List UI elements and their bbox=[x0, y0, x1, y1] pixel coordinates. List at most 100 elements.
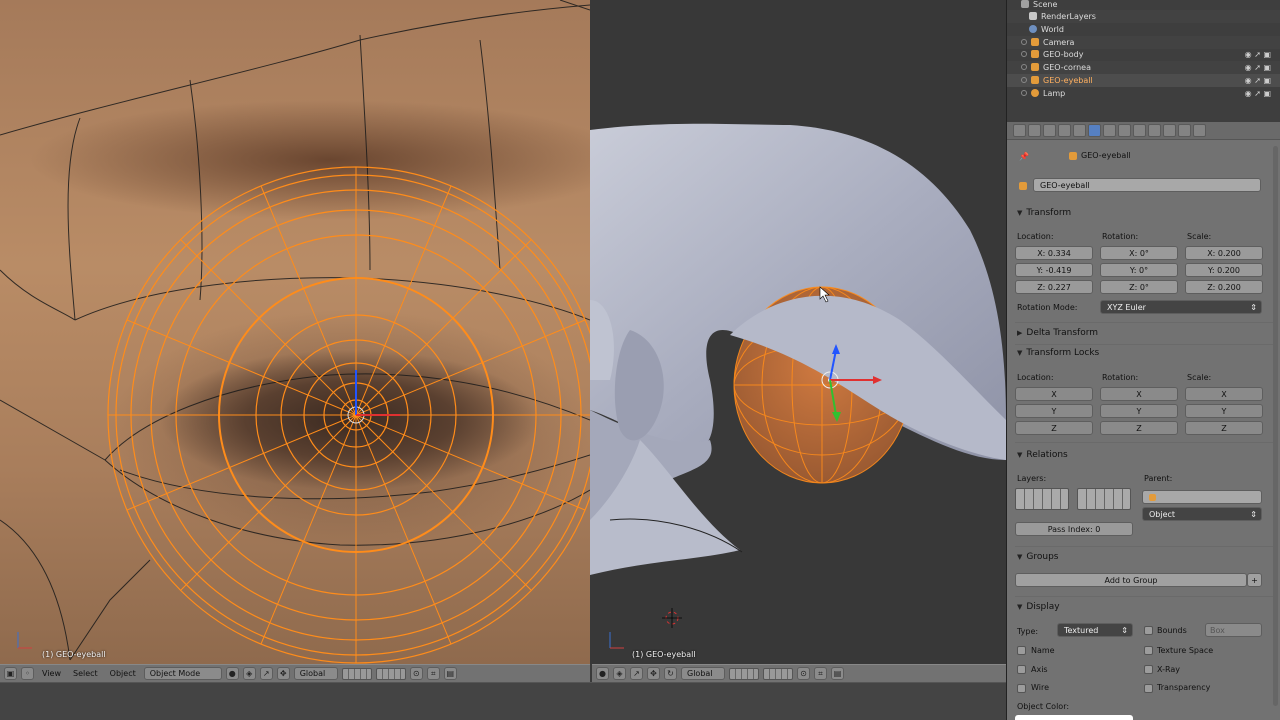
render-layers-tab[interactable] bbox=[1028, 124, 1041, 137]
outliner-row[interactable]: RenderLayers bbox=[1007, 10, 1280, 23]
lock-rotation-x[interactable]: X bbox=[1100, 387, 1178, 401]
render-icon[interactable]: ▤ bbox=[443, 667, 457, 680]
parent-field[interactable] bbox=[1142, 490, 1262, 504]
bounds-type-dropdown[interactable]: Box bbox=[1205, 623, 1262, 637]
shading-icon[interactable]: ● bbox=[596, 667, 609, 680]
lock-scale-y[interactable]: Y bbox=[1185, 404, 1263, 418]
manipulator-icon[interactable]: ↗ bbox=[630, 667, 643, 680]
lock-icon[interactable]: ⊙ bbox=[409, 667, 423, 680]
rotation-y-field[interactable]: Y: 0° bbox=[1100, 263, 1178, 277]
rotation-mode-dropdown[interactable]: XYZ Euler ⇕ bbox=[1100, 300, 1262, 314]
location-y-field[interactable]: Y: -0.419 bbox=[1015, 263, 1093, 277]
select-menu[interactable]: Select bbox=[69, 669, 102, 678]
scene-tab[interactable] bbox=[1043, 124, 1056, 137]
lock-location-y[interactable]: Y bbox=[1015, 404, 1093, 418]
delta-transform-panel-header[interactable]: ▶ Delta Transform bbox=[1017, 328, 1098, 338]
shading-icon[interactable]: ● bbox=[225, 667, 239, 680]
timeline-area[interactable] bbox=[0, 682, 1006, 720]
layers-grid-a[interactable] bbox=[1015, 488, 1069, 510]
rotation-x-field[interactable]: X: 0° bbox=[1100, 246, 1178, 260]
expand-icon[interactable] bbox=[1021, 90, 1027, 97]
display-type-dropdown[interactable]: Textured ⇕ bbox=[1057, 623, 1133, 637]
pivot-icon[interactable]: ◈ bbox=[242, 667, 256, 680]
visibility-toggles[interactable]: ◉ ➚ ▣ bbox=[1245, 63, 1271, 72]
outliner-row[interactable]: GEO-eyeball ◉ ➚ ▣ bbox=[1007, 74, 1280, 87]
visibility-toggles[interactable]: ◉ ➚ ▣ bbox=[1245, 50, 1271, 59]
display-panel-header[interactable]: ▼ Display bbox=[1017, 602, 1060, 612]
expand-icon[interactable] bbox=[1021, 77, 1027, 84]
physics-tab[interactable] bbox=[1193, 124, 1206, 137]
translate-icon[interactable]: ✥ bbox=[276, 667, 290, 680]
lock-location-z[interactable]: Z bbox=[1015, 421, 1093, 435]
layers-grid-2[interactable] bbox=[375, 667, 406, 680]
layers-grid-b[interactable] bbox=[1077, 488, 1131, 510]
relations-panel-header[interactable]: ▼ Relations bbox=[1017, 450, 1068, 460]
object-tab[interactable] bbox=[1088, 124, 1101, 137]
visibility-toggles[interactable]: ◉ ➚ ▣ bbox=[1245, 89, 1271, 98]
data-tab[interactable] bbox=[1133, 124, 1146, 137]
parent-type-dropdown[interactable]: Object ⇕ bbox=[1142, 507, 1262, 521]
lock-scale-z[interactable]: Z bbox=[1185, 421, 1263, 435]
layers-grid-2[interactable] bbox=[763, 667, 793, 680]
object-color-swatch[interactable] bbox=[1015, 715, 1133, 720]
transform-panel-header[interactable]: ▼ Transform bbox=[1017, 208, 1071, 218]
properties-scrollbar[interactable] bbox=[1273, 146, 1278, 706]
texture-tab[interactable] bbox=[1163, 124, 1176, 137]
layers-grid[interactable] bbox=[341, 667, 372, 680]
orientation-dropdown[interactable]: Global bbox=[681, 667, 725, 680]
add-to-group-button[interactable]: Add to Group bbox=[1015, 573, 1247, 587]
outliner-row[interactable]: GEO-body ◉ ➚ ▣ bbox=[1007, 48, 1280, 61]
groups-panel-header[interactable]: ▼ Groups bbox=[1017, 552, 1058, 562]
pivot-icon[interactable]: ◈ bbox=[613, 667, 626, 680]
transform-locks-panel-header[interactable]: ▼ Transform Locks bbox=[1017, 348, 1099, 358]
pin-icon[interactable]: 📌 bbox=[1019, 152, 1029, 161]
orientation-dropdown[interactable]: Global bbox=[293, 667, 338, 680]
editor-type-icon[interactable]: ▣ bbox=[4, 667, 17, 680]
object-menu[interactable]: Object bbox=[106, 669, 140, 678]
scale-z-field[interactable]: Z: 0.200 bbox=[1185, 280, 1263, 294]
rotation-z-field[interactable]: Z: 0° bbox=[1100, 280, 1178, 294]
lock-icon[interactable]: ⊙ bbox=[797, 667, 810, 680]
menu-collapse-icon[interactable]: ◦ bbox=[21, 667, 34, 680]
render-tab[interactable] bbox=[1013, 124, 1026, 137]
visibility-toggles[interactable]: ◉ ➚ ▣ bbox=[1245, 76, 1271, 85]
bounds-checkbox[interactable] bbox=[1144, 626, 1153, 635]
expand-icon[interactable] bbox=[1021, 51, 1027, 58]
particles-tab[interactable] bbox=[1178, 124, 1191, 137]
material-tab[interactable] bbox=[1148, 124, 1161, 137]
rotate-icon[interactable]: ↻ bbox=[664, 667, 677, 680]
world-tab[interactable] bbox=[1058, 124, 1071, 137]
expand-icon[interactable] bbox=[1021, 64, 1027, 71]
scale-y-field[interactable]: Y: 0.200 bbox=[1185, 263, 1263, 277]
modifiers-tab[interactable] bbox=[1118, 124, 1131, 137]
outliner-row[interactable]: World bbox=[1007, 23, 1280, 36]
lock-rotation-y[interactable]: Y bbox=[1100, 404, 1178, 418]
outliner-row[interactable]: Camera bbox=[1007, 36, 1280, 49]
camera-tab[interactable] bbox=[1073, 124, 1086, 137]
texture-space-checkbox[interactable] bbox=[1144, 646, 1153, 655]
snap-icon[interactable]: ⌗ bbox=[426, 667, 440, 680]
outliner-row[interactable]: Scene bbox=[1007, 0, 1280, 11]
wire-checkbox[interactable] bbox=[1017, 684, 1026, 693]
axis-checkbox[interactable] bbox=[1017, 665, 1026, 674]
xray-checkbox[interactable] bbox=[1144, 665, 1153, 674]
expand-icon[interactable] bbox=[1021, 39, 1027, 46]
render-icon[interactable]: ▤ bbox=[831, 667, 844, 680]
view-menu[interactable]: View bbox=[38, 669, 65, 678]
constraints-tab[interactable] bbox=[1103, 124, 1116, 137]
snap-icon[interactable]: ⌗ bbox=[814, 667, 827, 680]
mode-dropdown[interactable]: Object Mode bbox=[143, 667, 222, 680]
location-x-field[interactable]: X: 0.334 bbox=[1015, 246, 1093, 260]
outliner-row[interactable]: Lamp ◉ ➚ ▣ bbox=[1007, 87, 1280, 100]
viewport-left[interactable]: (1) GEO-eyeball bbox=[0, 0, 590, 664]
lock-location-x[interactable]: X bbox=[1015, 387, 1093, 401]
viewport-right[interactable]: (1) GEO-eyeball bbox=[590, 0, 1006, 664]
pass-index-field[interactable]: Pass Index: 0 bbox=[1015, 522, 1133, 536]
translate-icon[interactable]: ✥ bbox=[647, 667, 660, 680]
transparency-checkbox[interactable] bbox=[1144, 684, 1153, 693]
name-checkbox[interactable] bbox=[1017, 646, 1026, 655]
layers-grid[interactable] bbox=[729, 667, 759, 680]
location-z-field[interactable]: Z: 0.227 bbox=[1015, 280, 1093, 294]
lock-scale-x[interactable]: X bbox=[1185, 387, 1263, 401]
lock-rotation-z[interactable]: Z bbox=[1100, 421, 1178, 435]
